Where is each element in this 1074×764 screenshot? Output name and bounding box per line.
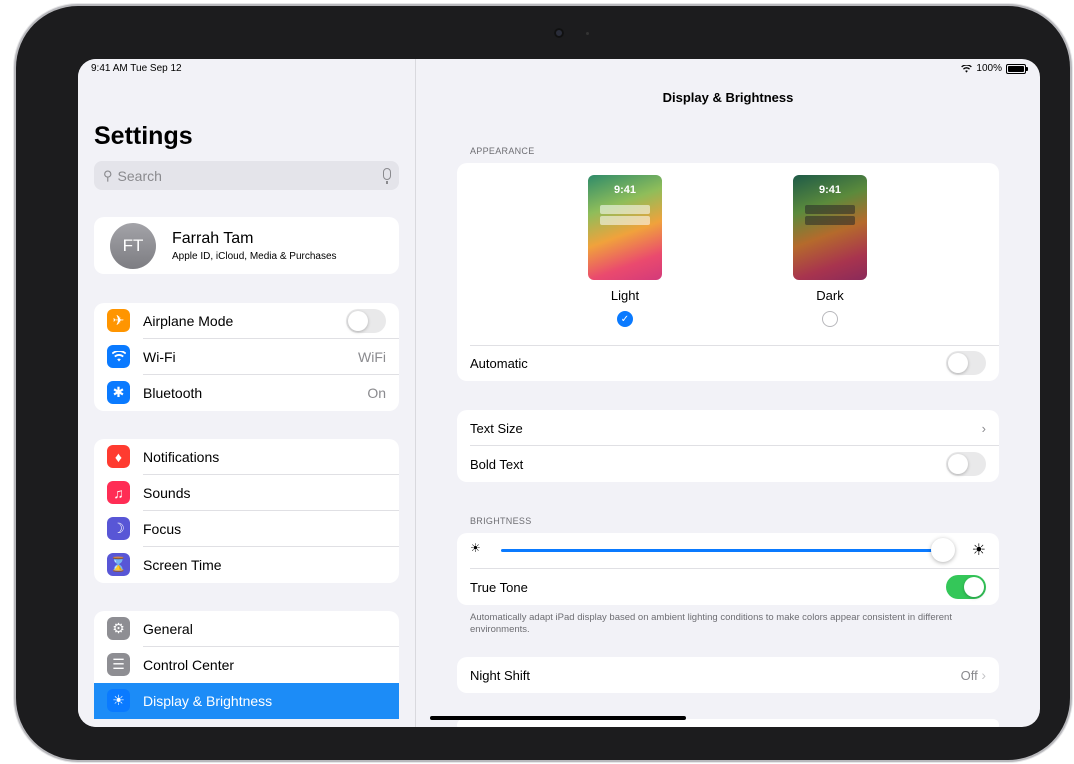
front-camera [554, 28, 564, 38]
preview-clock: 9:41 [613, 184, 637, 196]
hourglass-icon: ⌛ [107, 553, 130, 576]
chevron-right-icon: › [981, 667, 986, 683]
sidebar-item-label: Wi-Fi [143, 349, 176, 365]
sidebar-item-label: Focus [143, 521, 182, 537]
status-time: 9:41 AM Tue Sep 12 [91, 63, 182, 74]
sidebar-title: Settings [94, 122, 193, 150]
bold-text-row[interactable]: Bold Text [457, 446, 999, 482]
text-size-row[interactable]: Text Size › [457, 410, 999, 446]
sidebar-item-label: Control Center [143, 657, 235, 673]
sidebar-item-control-center[interactable]: ☰ Control Center [94, 647, 399, 683]
brightness-header: BRIGHTNESS [470, 516, 532, 526]
sidebar-item-focus[interactable]: ☽ Focus [94, 511, 399, 547]
bold-text-label: Bold Text [470, 456, 524, 472]
bell-icon: ♦ [107, 445, 130, 468]
automatic-toggle[interactable] [946, 351, 986, 375]
profile-card[interactable]: FT Farrah Tam Apple ID, iCloud, Media & … [94, 217, 399, 274]
general-group: ⚙ General ☰ Control Center ☀ Display & B… [94, 611, 399, 719]
gear-icon: ⚙ [107, 617, 130, 640]
appearance-header: APPEARANCE [470, 146, 535, 156]
true-tone-label: True Tone [470, 579, 528, 595]
true-tone-footnote: Automatically adapt iPad display based o… [470, 612, 952, 635]
true-tone-toggle[interactable] [946, 575, 986, 599]
sidebar-item-label: Bluetooth [143, 385, 203, 401]
airplane-icon: ✈ [107, 309, 130, 332]
sun-icon: ☀ [107, 689, 130, 712]
automatic-row[interactable]: Automatic [457, 345, 999, 381]
sidebar-item-label: Display & Brightness [143, 693, 273, 709]
night-shift-row[interactable]: Night Shift Off › [457, 657, 999, 693]
bluetooth-icon: ✱ [107, 381, 130, 404]
light-mode-preview[interactable]: 9:41 [588, 175, 662, 280]
speaker-icon: ♫ [107, 481, 130, 504]
light-mode-option[interactable]: 9:41 Light ✓ [588, 175, 662, 327]
dark-mode-preview[interactable]: 9:41 [793, 175, 867, 280]
profile-subtitle: Apple ID, iCloud, Media & Purchases [172, 251, 337, 262]
search-field[interactable]: ⚲ Search [94, 161, 399, 190]
brightness-slider-row[interactable]: ☀ ☀ [457, 533, 999, 569]
home-indicator[interactable] [430, 716, 686, 720]
switches-icon: ☰ [107, 653, 130, 676]
detail-pane: Display & Brightness APPEARANCE 9:41 Lig… [416, 59, 1040, 727]
sidebar-item-label: Airplane Mode [143, 313, 234, 329]
avatar: FT [110, 223, 156, 269]
brightness-slider-knob[interactable] [931, 538, 955, 562]
dark-mode-label: Dark [816, 288, 844, 303]
chevron-right-icon: › [981, 420, 986, 436]
sidebar-item-display-brightness[interactable]: ☀ Display & Brightness [94, 683, 399, 719]
sidebar-item-label: Screen Time [143, 557, 222, 573]
sidebar-item-screen-time[interactable]: ⌛ Screen Time [94, 547, 399, 583]
night-shift-label: Night Shift [470, 667, 530, 683]
night-shift-card: Night Shift Off › [457, 657, 999, 693]
notifications-group: ♦ Notifications ♫ Sounds ☽ Focus ⌛ Scree… [94, 439, 399, 583]
sidebar-item-bluetooth[interactable]: ✱ Bluetooth On [94, 375, 399, 411]
appearance-card: 9:41 Light ✓ 9:41 Dark Automatic [457, 163, 999, 381]
sidebar-item-sounds[interactable]: ♫ Sounds [94, 475, 399, 511]
text-size-label: Text Size [470, 420, 523, 436]
sidebar-item-label: General [143, 621, 193, 637]
sidebar-item-general[interactable]: ⚙ General [94, 611, 399, 647]
sidebar-item-label: Sounds [143, 485, 191, 501]
screen: Settings ⚲ Search FT Farrah Tam Apple ID… [78, 59, 1040, 727]
microphone-icon[interactable] [383, 168, 391, 184]
text-card: Text Size › Bold Text [457, 410, 999, 482]
settings-sidebar: Settings ⚲ Search FT Farrah Tam Apple ID… [78, 59, 416, 727]
brightness-slider[interactable] [501, 549, 943, 552]
sun-large-icon: ☀ [971, 542, 986, 559]
wifi-icon [107, 345, 130, 368]
true-tone-row[interactable]: True Tone [457, 569, 999, 605]
brightness-card: ☀ ☀ True Tone [457, 533, 999, 605]
sidebar-item-notifications[interactable]: ♦ Notifications [94, 439, 399, 475]
light-mode-label: Light [610, 288, 640, 303]
night-shift-value: Off › [960, 667, 986, 683]
search-icon: ⚲ [103, 167, 113, 183]
page-title: Display & Brightness [662, 90, 794, 105]
airplane-mode-toggle[interactable] [346, 309, 386, 333]
bluetooth-value: On [367, 385, 386, 401]
connectivity-group: ✈ Airplane Mode Wi-Fi WiFi ✱ Bluetooth O… [94, 303, 399, 411]
automatic-label: Automatic [470, 355, 528, 371]
preview-clock: 9:41 [818, 184, 842, 196]
camera-sensor [586, 32, 589, 35]
next-card [457, 719, 999, 727]
profile-name: Farrah Tam [172, 230, 254, 247]
dark-mode-option[interactable]: 9:41 Dark [793, 175, 867, 327]
sidebar-item-wifi[interactable]: Wi-Fi WiFi [94, 339, 399, 375]
moon-icon: ☽ [107, 517, 130, 540]
sidebar-item-airplane-mode[interactable]: ✈ Airplane Mode [94, 303, 399, 339]
light-mode-radio[interactable]: ✓ [617, 311, 633, 327]
ipad-frame: Settings ⚲ Search FT Farrah Tam Apple ID… [16, 6, 1070, 760]
dark-mode-radio[interactable] [822, 311, 838, 327]
sidebar-item-label: Notifications [143, 449, 220, 465]
wifi-value: WiFi [358, 349, 386, 365]
search-placeholder: Search [117, 167, 162, 184]
sun-small-icon: ☀ [470, 541, 481, 555]
bold-text-toggle[interactable] [946, 452, 986, 476]
